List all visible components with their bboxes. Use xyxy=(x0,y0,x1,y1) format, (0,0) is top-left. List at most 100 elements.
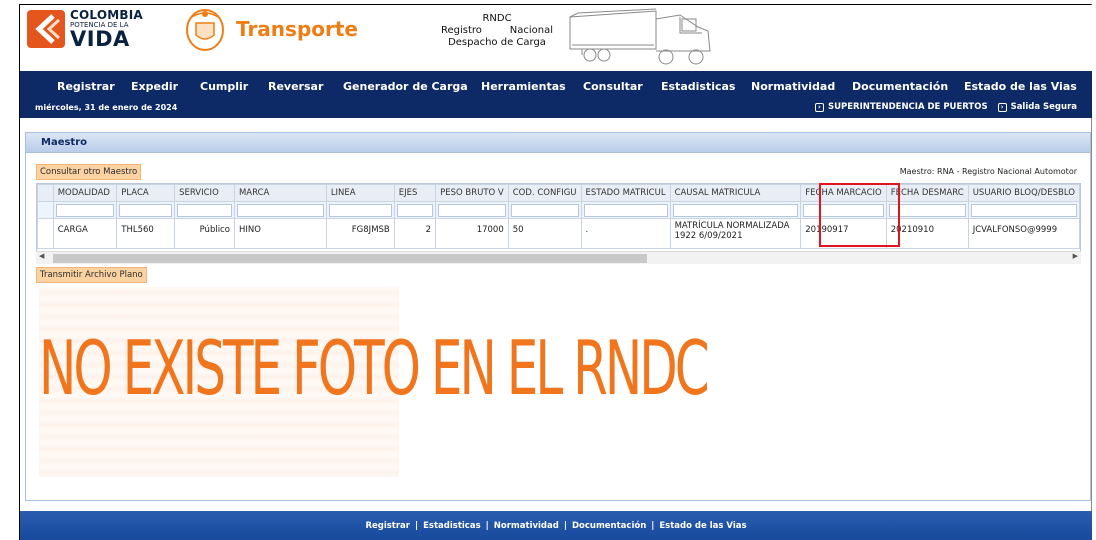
horizontal-scrollbar[interactable]: ◀ ▶ xyxy=(36,251,1081,264)
nav-item-documentacion[interactable]: Documentación xyxy=(852,80,948,93)
arrow-right-icon: › xyxy=(997,102,1007,112)
filter-input[interactable] xyxy=(888,203,966,217)
filter-input[interactable] xyxy=(55,203,115,217)
filter-input[interactable] xyxy=(177,203,232,217)
scroll-left-icon[interactable]: ◀ xyxy=(39,252,44,260)
maestro-panel: Maestro Consultar otro Maestro Maestro: … xyxy=(25,132,1091,501)
cell-modalidad: CARGA xyxy=(52,218,118,249)
filter-cell xyxy=(885,201,969,219)
nav-item-reversar[interactable]: Reversar xyxy=(268,80,323,93)
filter-cell xyxy=(669,201,802,219)
column-header[interactable]: MODALIDAD xyxy=(52,184,118,202)
table-row[interactable]: CARGA THL560 Público HINO FG8JMSB 2 1700… xyxy=(37,218,1080,249)
causal-line1: MATRÍCULA NORMALIZADA xyxy=(674,221,790,231)
filter-input[interactable] xyxy=(438,203,506,217)
filter-input[interactable] xyxy=(672,203,799,217)
footer-link-estado-de-las-vias[interactable]: Estado de las Vias xyxy=(659,521,746,531)
cell-estado: . xyxy=(580,218,671,249)
footer-link-documentacion[interactable]: Documentación xyxy=(572,521,646,531)
truck-illustration-icon xyxy=(569,8,711,65)
column-header[interactable]: PESO BRUTO V xyxy=(435,184,509,202)
nav-item-estadisticas[interactable]: Estadisticas xyxy=(661,80,735,93)
panel-title: Maestro xyxy=(26,133,1090,153)
nav-item-herramientas[interactable]: Herramientas xyxy=(481,80,566,93)
logo-line3: VIDA xyxy=(70,27,130,51)
nav-item-consultar[interactable]: Consultar xyxy=(583,80,643,93)
nav-menu: Registrar Expedir Cumplir Reversar Gener… xyxy=(20,80,1092,96)
nav-item-generador-de-carga[interactable]: Generador de Carga xyxy=(343,80,468,93)
cell-usuario: JCVALFONSO@9999 xyxy=(967,218,1080,249)
cell-servicio: Público xyxy=(174,218,235,249)
transmitir-archivo-plano-button[interactable]: Transmitir Archivo Plano xyxy=(36,267,147,283)
cell-placa: THL560 xyxy=(116,218,176,249)
filter-cell xyxy=(800,201,887,219)
footer-link-estadisticas[interactable]: Estadisticas xyxy=(423,521,481,531)
row-number-header xyxy=(37,184,54,202)
results-table: MODALIDAD PLACA SERVICIO MARCA LINEA EJE… xyxy=(37,184,1080,249)
filter-input[interactable] xyxy=(119,203,173,217)
filter-cell xyxy=(52,201,118,219)
superintendencia-label: SUPERINTENDENCIA DE PUERTOS xyxy=(827,102,988,112)
header-links: › SUPERINTENDENCIA DE PUERTOS › Salida S… xyxy=(814,102,1077,112)
scrollbar-thumb[interactable] xyxy=(53,254,647,263)
filter-input[interactable] xyxy=(803,203,884,217)
filter-input[interactable] xyxy=(236,203,324,217)
cell-linea: FG8JMSB xyxy=(325,218,395,249)
footer-bar: Registrar | Estadisticas | Normatividad | Docu… xyxy=(20,511,1092,540)
logo-line1: COLOMBIA xyxy=(70,8,143,22)
salida-segura-label: Salida Segura xyxy=(1010,102,1077,112)
colombia-logo-icon xyxy=(27,10,65,48)
column-header[interactable]: MARCA xyxy=(233,184,327,202)
nav-item-estado-de-las-vias[interactable]: Estado de las Vias xyxy=(964,80,1077,93)
filter-cell xyxy=(116,201,176,219)
filter-cell xyxy=(37,201,54,219)
column-header[interactable]: USUARIO BLOQ/DESBLO xyxy=(967,184,1080,202)
filter-cell xyxy=(233,201,327,219)
column-header[interactable]: FECHA MARCACIO xyxy=(800,184,887,202)
rndc-title: RNDC xyxy=(482,13,512,24)
filter-cell xyxy=(393,201,437,219)
footer-separator: | xyxy=(485,521,489,531)
cell-marca: HINO xyxy=(233,218,327,249)
cell-fecha-desmarc: 20210910 xyxy=(885,218,969,249)
nav-item-registrar[interactable]: Registrar xyxy=(57,80,115,93)
causal-line2: 1922 6/09/2021 xyxy=(674,231,743,241)
current-date: miércoles, 31 de enero de 2024 xyxy=(35,103,178,112)
filter-cell xyxy=(507,201,582,219)
nav-item-normatividad[interactable]: Normatividad xyxy=(751,80,835,93)
footer-link-normatividad[interactable]: Normatividad xyxy=(494,521,559,531)
footer-link-registrar[interactable]: Registrar xyxy=(365,521,410,531)
consultar-otro-maestro-button[interactable]: Consultar otro Maestro xyxy=(36,164,142,180)
filter-cell xyxy=(435,201,509,219)
filter-input[interactable] xyxy=(970,203,1077,217)
filter-input[interactable] xyxy=(510,203,579,217)
salida-segura-link[interactable]: › Salida Segura xyxy=(997,102,1077,112)
row-number-cell xyxy=(37,218,54,249)
filter-cell xyxy=(580,201,671,219)
filter-cell xyxy=(174,201,235,219)
nav-item-expedir[interactable]: Expedir xyxy=(131,80,178,93)
rndc-line3: Despacho de Carga xyxy=(448,37,546,48)
filter-input[interactable] xyxy=(583,203,668,217)
filter-cell xyxy=(967,201,1080,219)
filter-input[interactable] xyxy=(328,203,392,217)
column-header[interactable]: EJES xyxy=(393,184,437,202)
table-header-row: MODALIDAD PLACA SERVICIO MARCA LINEA EJE… xyxy=(37,184,1080,202)
footer-separator: | xyxy=(415,521,419,531)
filter-cell xyxy=(325,201,395,219)
column-header[interactable]: COD. CONFIGU xyxy=(507,184,582,202)
column-header[interactable]: SERVICIO xyxy=(174,184,235,202)
column-header[interactable]: CAUSAL MATRICULA xyxy=(669,184,802,202)
cell-peso: 17000 xyxy=(435,218,509,249)
column-header[interactable]: ESTADO MATRICUL xyxy=(580,184,671,202)
column-header[interactable]: LINEA xyxy=(325,184,395,202)
scroll-right-icon[interactable]: ▶ xyxy=(1073,252,1078,260)
filter-input[interactable] xyxy=(396,203,434,217)
column-header[interactable]: PLACA xyxy=(116,184,176,202)
no-photo-text: NO EXISTE FOTO EN EL RNDC xyxy=(39,325,710,412)
footer-separator: | xyxy=(651,521,655,531)
superintendencia-link[interactable]: › SUPERINTENDENCIA DE PUERTOS xyxy=(814,102,988,112)
nav-item-cumplir[interactable]: Cumplir xyxy=(200,80,248,93)
coat-of-arms-icon xyxy=(186,9,224,51)
column-header[interactable]: FECHA DESMARC xyxy=(885,184,969,202)
